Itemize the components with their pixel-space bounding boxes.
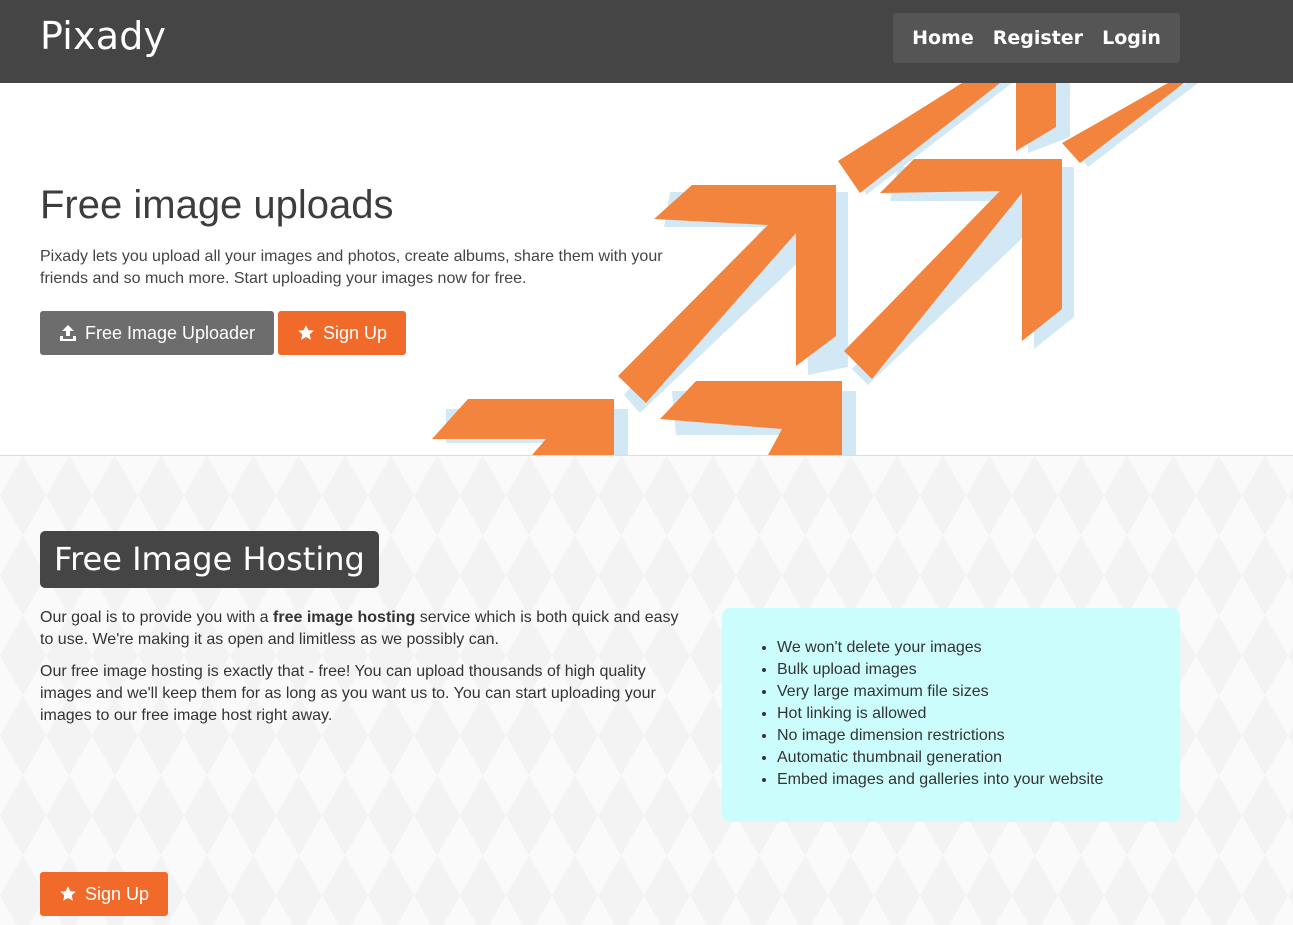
hosting-sign-up-button[interactable]: Sign Up [40, 872, 168, 916]
hero-section: Free image uploads Pixady lets you uploa… [0, 83, 1293, 456]
hosting-paragraph-goal: Our goal is to provide you with a free i… [40, 607, 690, 651]
star-icon [59, 885, 77, 903]
top-navbar: Pixady Home Register Login [0, 0, 1293, 83]
free-image-uploader-button[interactable]: Free Image Uploader [40, 311, 274, 355]
free-image-uploader-label: Free Image Uploader [84, 322, 256, 343]
nav-register-link[interactable]: Register [993, 27, 1083, 49]
hosting-paragraph-free: Our free image hosting is exactly that -… [40, 663, 656, 724]
free-image-hosting-section: Free Image Hosting Our goal is to provid… [0, 456, 1293, 925]
feature-item: Bulk upload images [777, 659, 1180, 681]
feature-item: Automatic thumbnail generation [777, 747, 1180, 769]
hosting-title: Free Image Hosting [40, 531, 379, 588]
features-box: We won't delete your images Bulk upload … [722, 608, 1180, 822]
nav-login-link[interactable]: Login [1102, 27, 1161, 49]
brand-logo[interactable]: Pixady [40, 14, 166, 58]
hero-description: Pixady lets you upload all your images a… [40, 248, 663, 287]
star-icon [297, 324, 315, 342]
feature-item: Hot linking is allowed [777, 703, 1180, 725]
hero-title: Free image uploads [40, 183, 394, 227]
upload-icon [59, 324, 77, 342]
hosting-sign-up-label: Sign Up [84, 883, 150, 904]
feature-item: No image dimension restrictions [777, 725, 1180, 747]
hero-sign-up-button[interactable]: Sign Up [278, 311, 406, 355]
feature-item: Embed images and galleries into your web… [777, 769, 1180, 791]
hero-sign-up-label: Sign Up [322, 322, 388, 343]
hosting-p1-bold: free image hosting [273, 609, 416, 626]
feature-item: Very large maximum file sizes [777, 681, 1180, 703]
nav-home-link[interactable]: Home [912, 27, 974, 49]
hosting-p1-start: Our goal is to provide you with a [40, 609, 274, 626]
feature-item: We won't delete your images [777, 637, 1180, 659]
nav-menu: Home Register Login [893, 13, 1180, 63]
features-list: We won't delete your images Bulk upload … [722, 637, 1180, 791]
